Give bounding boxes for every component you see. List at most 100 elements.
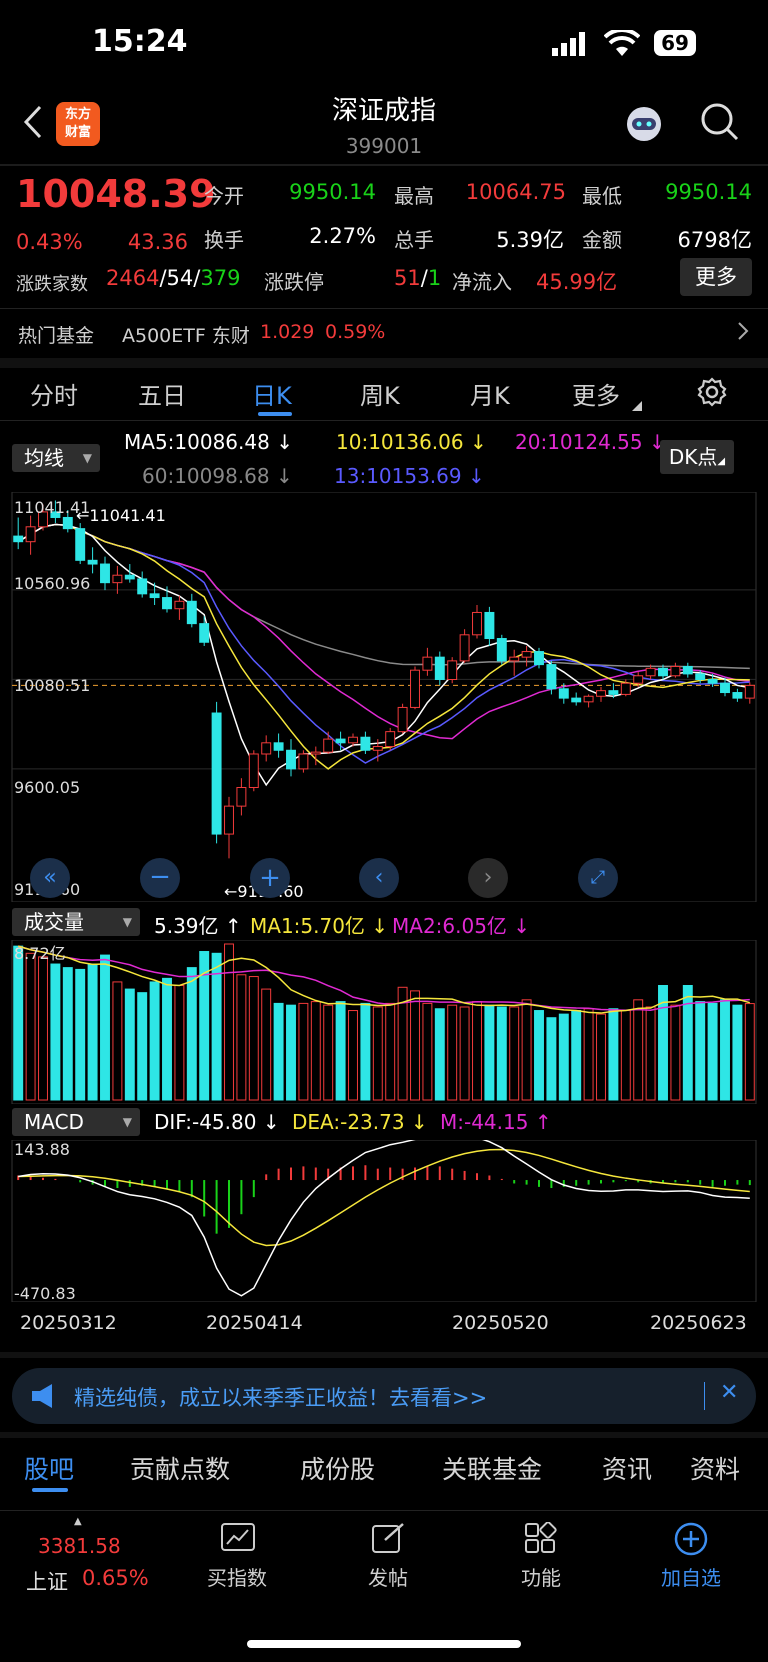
status-time: 15:24 xyxy=(92,24,188,59)
tab-related-funds[interactable]: 关联基金 xyxy=(442,1450,542,1486)
volume-bar xyxy=(472,1001,482,1101)
ma13-legend: 13:10153.69 ↓ xyxy=(334,464,485,488)
ma20-legend: 20:10124.55 ↓ xyxy=(515,430,666,454)
sh-index-widget[interactable]: ▲ 3381.58 上证 0.65% xyxy=(20,1516,160,1596)
candle-body xyxy=(211,712,222,835)
candle-body xyxy=(509,656,520,662)
sh-index-pct: 0.65% xyxy=(82,1566,149,1590)
candle-body xyxy=(310,751,321,755)
candle-body xyxy=(645,667,656,677)
tab-daily-k[interactable]: 日K xyxy=(252,376,292,411)
fullscreen-icon[interactable]: ⤢ xyxy=(578,858,618,898)
search-icon[interactable] xyxy=(700,102,740,146)
ma10-line xyxy=(17,523,750,770)
amount-value: 6798亿 xyxy=(677,228,752,252)
ma60-legend: 60:10098.68 ↓ xyxy=(142,464,293,488)
change-percent: 0.43% xyxy=(16,230,83,254)
candle-body xyxy=(472,611,482,636)
caret-up-icon: ▲ xyxy=(74,1516,82,1527)
volume-bar xyxy=(25,952,36,1101)
scroll-left-icon[interactable]: ‹ xyxy=(359,858,399,898)
volume-bar xyxy=(397,986,408,1101)
volume-bar xyxy=(534,1010,544,1101)
candle-body xyxy=(25,526,36,543)
breadth-label: 涨跌家数 xyxy=(16,274,88,295)
volume-bar xyxy=(112,981,123,1101)
settings-gear-icon[interactable] xyxy=(696,376,728,412)
candle-body xyxy=(75,528,86,561)
volume-bar xyxy=(323,1004,334,1101)
tab-news[interactable]: 资讯 xyxy=(602,1450,652,1486)
tab-monthly-k[interactable]: 月K xyxy=(470,376,510,411)
candle-body xyxy=(149,593,160,599)
candle-body xyxy=(534,651,544,666)
scroll-left-fast-icon[interactable]: « xyxy=(30,858,70,898)
volume-bar xyxy=(137,992,148,1101)
candle-body xyxy=(447,660,458,680)
tab-weekly-k[interactable]: 周K xyxy=(360,376,400,411)
nav-functions[interactable]: 功能 xyxy=(486,1520,596,1590)
tab-more[interactable]: 更多 xyxy=(572,376,620,411)
hot-fund-price: 1.029 xyxy=(260,321,315,343)
hands-value: 5.39亿 xyxy=(496,228,564,252)
macd-selector[interactable]: MACD ▼ xyxy=(12,1108,140,1136)
grid-apps-icon xyxy=(524,1521,558,1558)
candle-body xyxy=(484,611,495,640)
candle-body xyxy=(596,690,606,697)
nav-add-watchlist-label: 加自选 xyxy=(661,1566,721,1590)
promo-banner[interactable]: 精选纯债，成立以来季季正收益！去看看>> ✕ xyxy=(12,1368,756,1424)
candle-body xyxy=(608,690,619,695)
turnover-value: 2.27% xyxy=(309,224,376,248)
volume-selector[interactable]: 成交量 ▼ xyxy=(12,908,140,936)
hot-fund-row[interactable]: 热门基金 A500ETF 东财 1.029 0.59% xyxy=(0,310,768,356)
candlestick-chart[interactable] xyxy=(0,492,768,902)
tab-constituents[interactable]: 成份股 xyxy=(300,1450,375,1486)
volume-bar xyxy=(459,1006,470,1101)
robot-assistant-icon[interactable] xyxy=(622,102,666,150)
candle-body xyxy=(112,574,123,584)
volume-bar xyxy=(360,1002,371,1101)
candle-body xyxy=(335,738,346,744)
scroll-right-icon[interactable]: › xyxy=(468,858,508,898)
zoom-in-icon[interactable]: + xyxy=(250,858,290,898)
candle-body xyxy=(633,675,644,684)
volume-bar xyxy=(608,1008,619,1101)
volume-bar xyxy=(162,977,172,1101)
more-button[interactable]: 更多 xyxy=(680,258,752,296)
tab-contribution[interactable]: 贡献点数 xyxy=(130,1450,230,1486)
macd-dif-line xyxy=(18,1140,750,1297)
battery-icon: 69 xyxy=(654,30,696,56)
volume-axis-top: 8.72亿 xyxy=(14,944,66,963)
nav-add-watchlist[interactable]: 加自选 xyxy=(636,1520,746,1590)
active-tab-indicator xyxy=(258,412,292,416)
volume-value: 5.39亿 ↑ xyxy=(154,914,242,938)
unchanged: 54 xyxy=(166,266,194,290)
dk-point-button[interactable]: DK点◢ xyxy=(660,440,734,474)
candle-body xyxy=(707,679,718,684)
zoom-out-icon[interactable]: − xyxy=(140,858,180,898)
tab-guba[interactable]: 股吧 xyxy=(24,1450,74,1486)
ma10-legend: 10:10136.06 ↓ xyxy=(336,430,487,454)
volume-bar xyxy=(422,1002,433,1101)
low-value: 9950.14 xyxy=(665,180,752,204)
candle-body xyxy=(682,665,693,675)
nav-post[interactable]: 发帖 xyxy=(333,1520,443,1590)
ma60-line xyxy=(17,523,750,670)
ma-selector[interactable]: 均线 ▼ xyxy=(12,444,100,472)
turnover-label: 换手 xyxy=(204,228,244,252)
max-price-marker: ←11041.41 xyxy=(76,506,166,525)
volume-bar xyxy=(174,985,185,1101)
amount-label: 金额 xyxy=(582,228,622,252)
banner-text: 精选纯债，成立以来季季正收益！去看看>> xyxy=(74,1386,488,1410)
volume-bar xyxy=(372,1006,383,1101)
chevron-right-icon xyxy=(736,320,750,346)
nav-buy-index[interactable]: 买指数 xyxy=(182,1520,292,1590)
close-icon[interactable]: ✕ xyxy=(720,1380,738,1405)
tab-intraday[interactable]: 分时 xyxy=(30,376,78,411)
tab-profile[interactable]: 资料 xyxy=(690,1450,740,1486)
sh-index-value: 3381.58 xyxy=(38,1534,121,1558)
candle-body xyxy=(410,669,420,708)
price-axis-label-3: 9600.05 xyxy=(14,778,81,797)
tab-five-day[interactable]: 五日 xyxy=(138,376,186,411)
ma5-line xyxy=(17,523,750,787)
